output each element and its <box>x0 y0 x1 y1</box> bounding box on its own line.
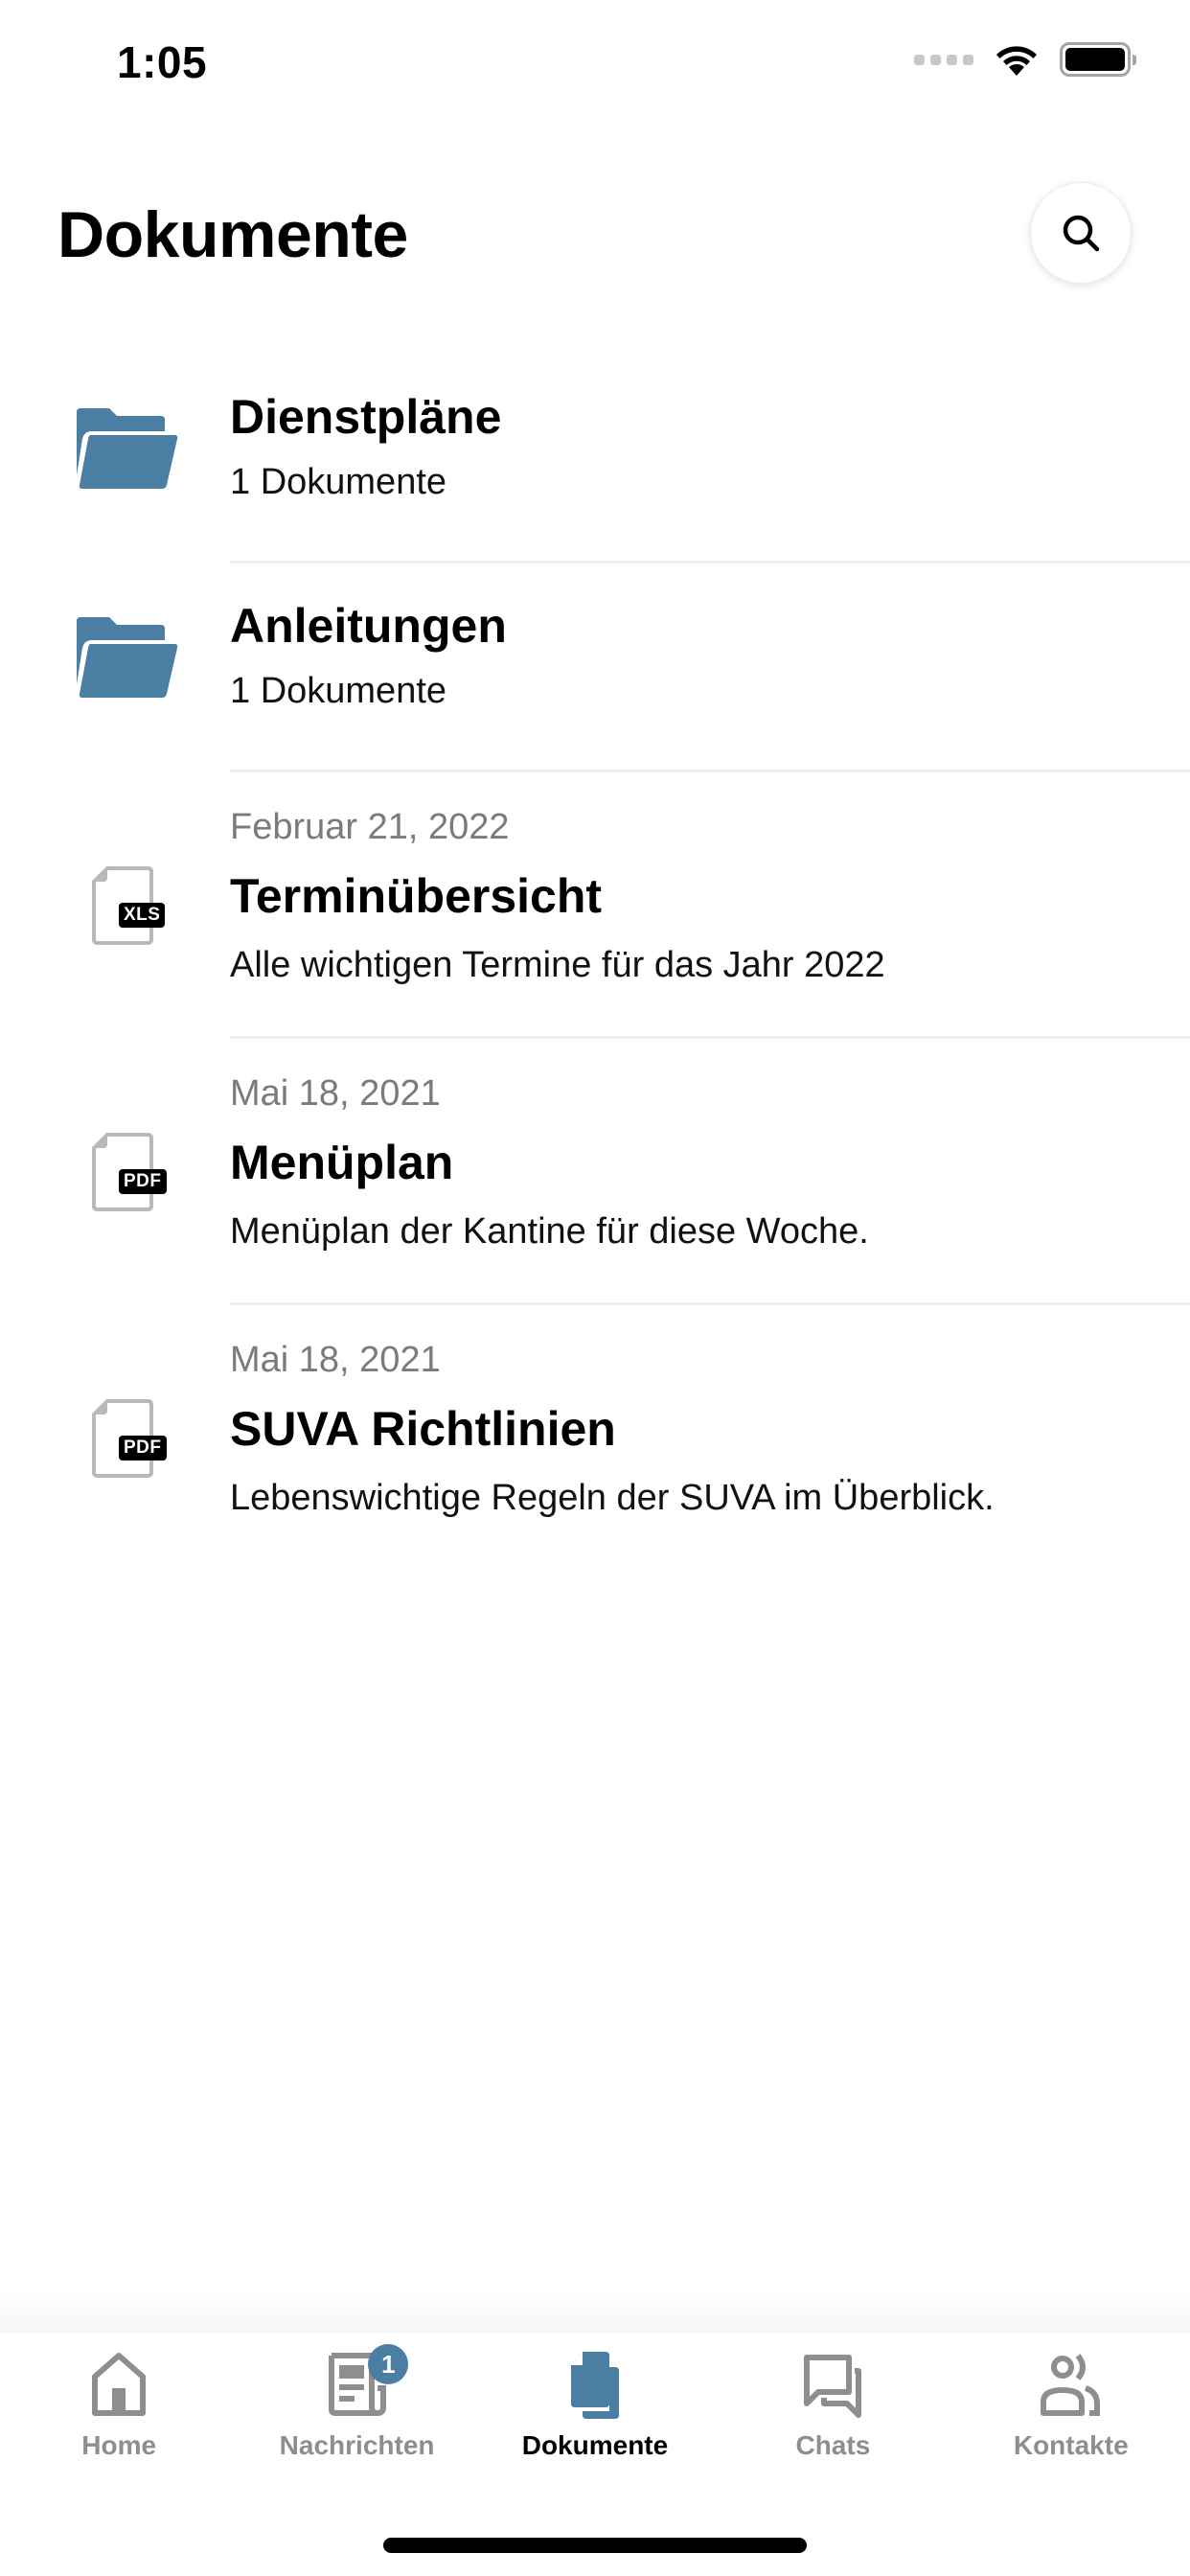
chat-icon <box>804 2355 862 2418</box>
page-header: Dokumente <box>0 182 1190 288</box>
folder-icon <box>77 408 178 489</box>
documents-list: Dienstpläne 1 Dokumente Anleitungen 1 Do… <box>0 355 1190 1572</box>
wifi-icon <box>996 46 1037 76</box>
status-time: 1:05 <box>117 37 208 87</box>
xls-file-icon: XLS <box>92 866 174 953</box>
folder-row[interactable]: Dienstpläne 1 Dokumente <box>0 355 1190 564</box>
file-description: Lebenswichtige Regeln der SUVA im Überbl… <box>230 1478 995 1518</box>
tabbar-shadow <box>0 2290 1190 2333</box>
battery-icon <box>1060 42 1136 77</box>
file-row[interactable]: PDF Mai 18, 2021 Menüplan Menüplan der K… <box>0 1039 1190 1305</box>
tab-chats[interactable]: Chats <box>714 2333 951 2476</box>
tab-kontakte[interactable]: Kontakte <box>952 2333 1190 2476</box>
file-date: Mai 18, 2021 <box>230 1073 441 1114</box>
search-button[interactable] <box>1030 182 1132 284</box>
status-icons <box>914 42 1136 77</box>
notification-badge: 1 <box>368 2344 409 2384</box>
home-icon <box>92 2353 147 2416</box>
file-row[interactable]: XLS Februar 21, 2022 Terminübersicht All… <box>0 772 1190 1039</box>
file-type-badge: PDF <box>119 1169 167 1194</box>
file-title: Terminübersicht <box>230 869 603 923</box>
tab-dokumente[interactable]: Dokumente <box>476 2333 714 2476</box>
tab-nachrichten[interactable]: 1 Nachrichten <box>238 2333 475 2476</box>
file-title: SUVA Richtlinien <box>230 1402 616 1456</box>
tab-label: Home <box>81 2430 157 2460</box>
pdf-file-icon: PDF <box>92 1133 174 1219</box>
status-bar: 1:05 <box>0 0 1190 126</box>
tab-label: Dokumente <box>521 2430 669 2460</box>
file-date: Februar 21, 2022 <box>230 807 510 847</box>
file-description: Alle wichtigen Termine für das Jahr 2022 <box>230 945 885 985</box>
file-description: Menüplan der Kantine für diese Woche. <box>230 1211 869 1252</box>
pdf-file-icon: PDF <box>92 1399 174 1485</box>
tab-label: Kontakte <box>1013 2430 1129 2460</box>
folder-row[interactable]: Anleitungen 1 Dokumente <box>0 564 1190 772</box>
folder-title: Anleitungen <box>230 599 507 653</box>
folder-icon <box>77 617 178 698</box>
file-row[interactable]: PDF Mai 18, 2021 SUVA Richtlinien Lebens… <box>0 1305 1190 1572</box>
file-date: Mai 18, 2021 <box>230 1340 441 1380</box>
documents-icon <box>570 2352 619 2419</box>
tab-label: Chats <box>795 2430 871 2460</box>
cellular-signal-icon <box>914 54 973 65</box>
file-type-badge: PDF <box>119 1436 167 1460</box>
page-title: Dokumente <box>57 198 408 271</box>
home-indicator[interactable] <box>383 2538 807 2553</box>
contacts-icon <box>1040 2354 1100 2416</box>
tab-label: Nachrichten <box>279 2430 435 2460</box>
search-icon <box>1063 215 1100 252</box>
folder-count: 1 Dokumente <box>230 671 447 711</box>
tab-home[interactable]: Home <box>0 2333 238 2476</box>
file-title: Menüplan <box>230 1136 454 1189</box>
file-type-badge: XLS <box>119 903 166 928</box>
folder-count: 1 Dokumente <box>230 462 447 502</box>
folder-title: Dienstpläne <box>230 390 502 444</box>
